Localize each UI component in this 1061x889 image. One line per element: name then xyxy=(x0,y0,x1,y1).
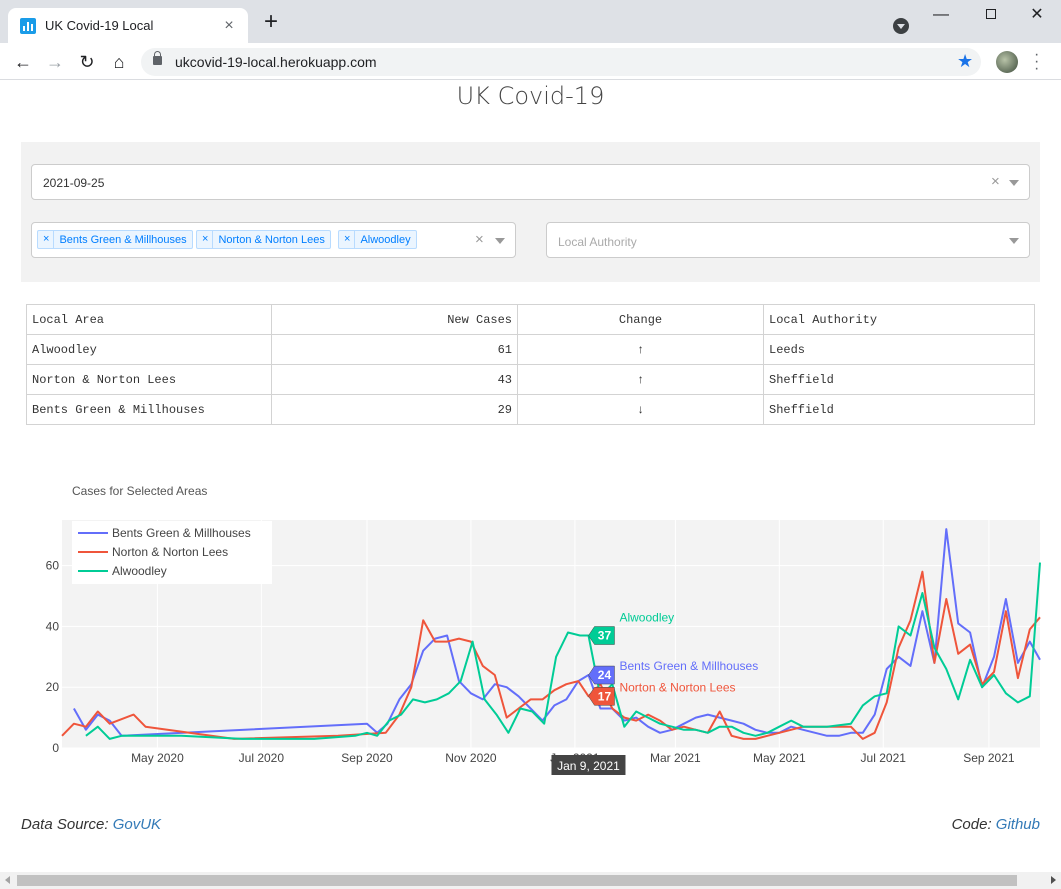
local-area-multiselect[interactable]: × Bents Green & Millhouses × Norton & No… xyxy=(31,222,516,258)
x-tick-label: Sep 2021 xyxy=(963,751,1015,765)
filter-panel: 2021-09-25 × × Bents Green & Millhouses … xyxy=(21,142,1040,282)
area-chip[interactable]: × Bents Green & Millhouses xyxy=(37,230,193,249)
url-text[interactable]: ukcovid-19-local.herokuapp.com xyxy=(175,54,377,70)
table-cell: ↑ xyxy=(517,334,764,365)
y-tick-label: 20 xyxy=(46,680,60,694)
data-source-footer: Data Source: GovUK xyxy=(21,816,161,833)
browser-tab[interactable]: UK Covid-19 Local × xyxy=(8,8,248,43)
table-row: Norton & Norton Lees 43 ↑ Sheffield xyxy=(26,364,1035,395)
x-tick-label: May 2021 xyxy=(753,751,806,765)
remove-chip-icon[interactable]: × xyxy=(197,231,214,248)
table-cell: Sheffield xyxy=(763,364,1035,395)
table-cell: Leeds xyxy=(763,334,1035,365)
source-prefix: Data Source: xyxy=(21,816,113,833)
scroll-left-icon[interactable] xyxy=(5,876,10,884)
address-bar[interactable]: ukcovid-19-local.herokuapp.com ★ xyxy=(141,48,981,76)
table-cell: 29 xyxy=(271,394,518,425)
table-cell: 61 xyxy=(271,334,518,365)
x-tick-label: Mar 2021 xyxy=(650,751,701,765)
column-header[interactable]: Local Area xyxy=(26,304,272,335)
close-tab-icon[interactable]: × xyxy=(220,17,238,35)
minimize-icon[interactable]: — xyxy=(918,4,964,26)
code-footer: Code: Github xyxy=(952,816,1040,833)
date-value: 2021-09-25 xyxy=(43,176,105,190)
area-chip[interactable]: × Alwoodley xyxy=(338,230,417,249)
close-window-icon[interactable]: ✕ xyxy=(1014,4,1060,26)
table-cell: Alwoodley xyxy=(26,334,272,365)
bar-chart-icon xyxy=(20,17,36,34)
table-header-row: Local Area New Cases Change Local Author… xyxy=(26,304,1035,335)
table-cell: Norton & Norton Lees xyxy=(26,364,272,395)
hover-date-label: Jan 9, 2021 xyxy=(557,759,620,773)
clear-icon[interactable]: × xyxy=(991,173,1000,190)
clear-icon[interactable]: × xyxy=(475,231,484,248)
reload-icon[interactable]: ↻ xyxy=(75,50,99,74)
hover-series-name: Norton & Norton Lees xyxy=(619,680,735,694)
chevron-down-icon[interactable] xyxy=(1009,238,1019,244)
legend-label: Alwoodley xyxy=(112,564,167,578)
browser-tab-bar: UK Covid-19 Local × + — ✕ xyxy=(0,0,1061,43)
column-header[interactable]: Change xyxy=(517,304,764,335)
tab-search-icon[interactable] xyxy=(893,18,909,34)
table-cell: 43 xyxy=(271,364,518,395)
profile-avatar[interactable] xyxy=(996,51,1018,73)
bookmark-star-icon[interactable]: ★ xyxy=(957,51,973,72)
chip-label: Norton & Norton Lees xyxy=(218,233,325,246)
y-tick-label: 60 xyxy=(46,559,60,573)
back-arrow-icon[interactable]: ← xyxy=(11,50,35,74)
legend-label: Norton & Norton Lees xyxy=(112,545,228,559)
hover-series-name: Bents Green & Millhouses xyxy=(619,659,758,673)
browser-toolbar: ← → ↻ ⌂ ukcovid-19-local.herokuapp.com ★… xyxy=(0,43,1061,80)
date-dropdown[interactable]: 2021-09-25 × xyxy=(31,164,1030,200)
code-prefix: Code: xyxy=(951,816,996,833)
y-tick-label: 40 xyxy=(46,619,60,633)
authority-placeholder: Local Authority xyxy=(558,235,637,249)
column-header[interactable]: New Cases xyxy=(271,304,518,335)
legend-label: Bents Green & Millhouses xyxy=(112,526,251,540)
chip-label: Bents Green & Millhouses xyxy=(59,233,187,246)
x-tick-label: Sep 2020 xyxy=(341,751,393,765)
table-cell: Bents Green & Millhouses xyxy=(26,394,272,425)
chevron-down-icon[interactable] xyxy=(495,238,505,244)
remove-chip-icon[interactable]: × xyxy=(339,231,356,248)
table-cell: ↑ xyxy=(517,364,764,395)
cases-table: Local Area New Cases Change Local Author… xyxy=(26,304,1035,425)
menu-kebab-icon[interactable]: · · · xyxy=(1034,47,1039,77)
remove-chip-icon[interactable]: × xyxy=(38,231,55,248)
area-chip[interactable]: × Norton & Norton Lees xyxy=(196,230,331,249)
hover-value: 17 xyxy=(598,689,612,703)
tab-title: UK Covid-19 Local xyxy=(45,18,154,33)
page-title: UK Covid-19 xyxy=(456,82,605,110)
table-cell: Sheffield xyxy=(763,394,1035,425)
column-header[interactable]: Local Authority xyxy=(763,304,1035,335)
new-tab-icon[interactable]: + xyxy=(259,10,283,34)
x-tick-label: Jul 2020 xyxy=(239,751,285,765)
hover-value: 24 xyxy=(598,668,612,682)
chart-title: Cases for Selected Areas xyxy=(72,484,207,498)
hover-value: 37 xyxy=(598,629,612,643)
x-tick-label: Nov 2020 xyxy=(445,751,497,765)
horizontal-scrollbar[interactable] xyxy=(0,872,1061,889)
cases-line-chart[interactable]: Cases for Selected Areas 0 20 40 60 May 2020… xyxy=(0,470,1061,780)
local-authority-dropdown[interactable]: Local Authority xyxy=(546,222,1030,258)
govuk-link[interactable]: GovUK xyxy=(113,816,161,833)
table-row: Alwoodley 61 ↑ Leeds xyxy=(26,334,1035,365)
table-cell: ↓ xyxy=(517,394,764,425)
hover-series-name: Alwoodley xyxy=(619,611,674,625)
home-icon[interactable]: ⌂ xyxy=(107,50,131,74)
table-row: Bents Green & Millhouses 29 ↓ Sheffield xyxy=(26,394,1035,425)
forward-arrow-icon[interactable]: → xyxy=(43,50,67,74)
maximize-icon[interactable] xyxy=(968,4,1014,26)
github-link[interactable]: Github xyxy=(996,816,1040,833)
x-tick-label: May 2020 xyxy=(131,751,184,765)
x-tick-label: Jul 2021 xyxy=(861,751,907,765)
chevron-down-icon[interactable] xyxy=(1009,180,1019,186)
y-tick-label: 0 xyxy=(52,741,59,755)
lock-icon xyxy=(153,51,162,65)
chip-label: Alwoodley xyxy=(360,233,411,246)
scrollbar-thumb[interactable] xyxy=(17,875,1017,886)
scroll-right-icon[interactable] xyxy=(1051,876,1056,884)
